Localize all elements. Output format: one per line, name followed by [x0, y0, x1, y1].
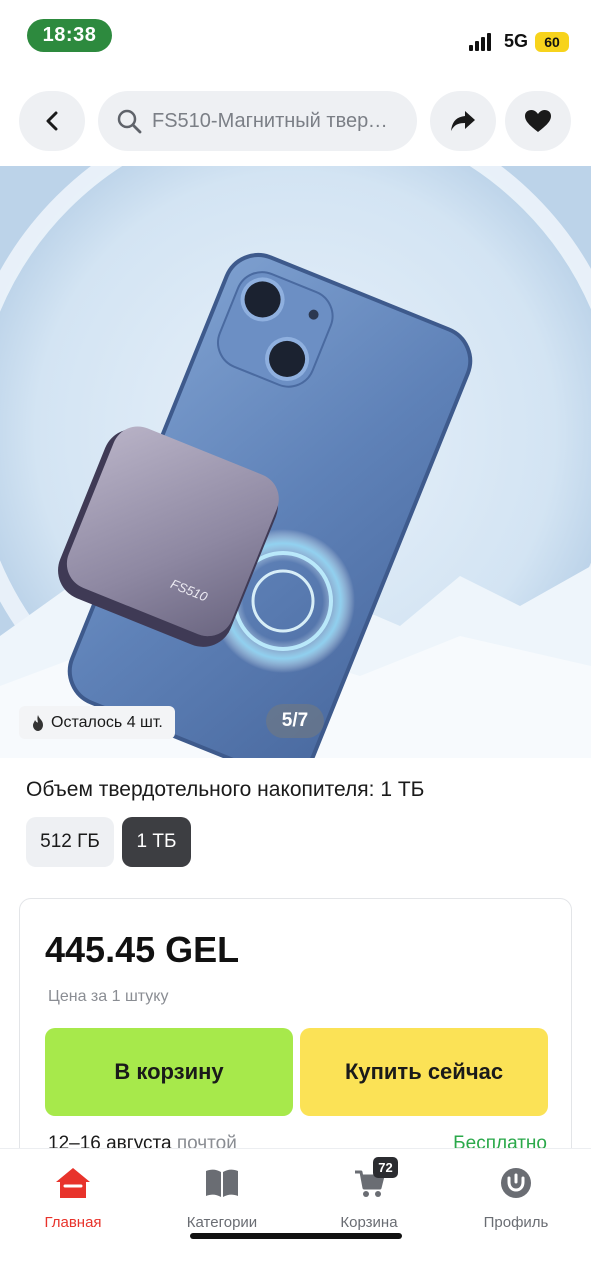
tab-categories[interactable]: Категории: [162, 1163, 282, 1231]
battery-icon: 60: [535, 32, 569, 52]
book-icon: [202, 1163, 242, 1203]
unit-price-note: Цена за 1 штуку: [48, 988, 169, 1005]
buy-now-button[interactable]: Купить сейчас: [300, 1028, 548, 1116]
favorite-button[interactable]: [505, 91, 571, 151]
cart-count-badge: 72: [373, 1157, 398, 1178]
add-to-cart-button[interactable]: В корзину: [45, 1028, 293, 1116]
tab-profile-label: Профиль: [483, 1214, 549, 1231]
variant-option-1tb[interactable]: 1 ТБ: [122, 817, 191, 867]
status-time: 18:38: [27, 19, 112, 52]
stock-text: Осталось 4 шт.: [51, 713, 163, 731]
fire-icon: [33, 714, 43, 731]
signal-icon: [469, 33, 493, 51]
home-indicator: [190, 1233, 402, 1239]
smiley-icon: [496, 1163, 536, 1203]
tab-profile[interactable]: Профиль: [456, 1163, 576, 1231]
search-icon: [117, 109, 142, 134]
search-query: FS510-Магнитный твердотельный накопитель: [152, 109, 397, 132]
share-button[interactable]: [430, 91, 496, 151]
home-icon: [53, 1163, 93, 1203]
product-image-carousel[interactable]: FS510: [0, 166, 591, 758]
image-page-counter: 5/7: [266, 704, 324, 738]
variant-option-512gb[interactable]: 512 ГБ: [26, 817, 114, 867]
status-bar: 18:38 5G 60: [0, 0, 591, 70]
heart-icon: [525, 110, 551, 132]
tab-cart[interactable]: 72 Корзина: [309, 1157, 429, 1231]
tab-categories-label: Категории: [186, 1214, 258, 1231]
chevron-left-icon: [46, 111, 58, 131]
cart-icon: 72: [349, 1157, 398, 1203]
back-button[interactable]: [19, 91, 85, 151]
stock-badge: Осталось 4 шт.: [19, 706, 175, 739]
share-icon: [451, 111, 475, 131]
variant-title: Объем твердотельного накопителя: 1 ТБ: [26, 778, 425, 801]
battery-level: 60: [544, 34, 560, 50]
top-nav: FS510-Магнитный твердотельный накопитель: [0, 88, 591, 158]
tab-cart-label: Корзина: [340, 1214, 398, 1231]
bottom-tab-bar: Главная Категории 72 Корзина Профиль: [0, 1148, 591, 1280]
tab-home[interactable]: Главная: [13, 1163, 133, 1231]
search-input[interactable]: FS510-Магнитный твердотельный накопитель: [98, 91, 417, 151]
product-image: FS510: [0, 166, 591, 758]
network-type: 5G: [504, 31, 529, 51]
tab-home-label: Главная: [44, 1214, 102, 1231]
price: 445.45 GEL: [45, 929, 240, 970]
